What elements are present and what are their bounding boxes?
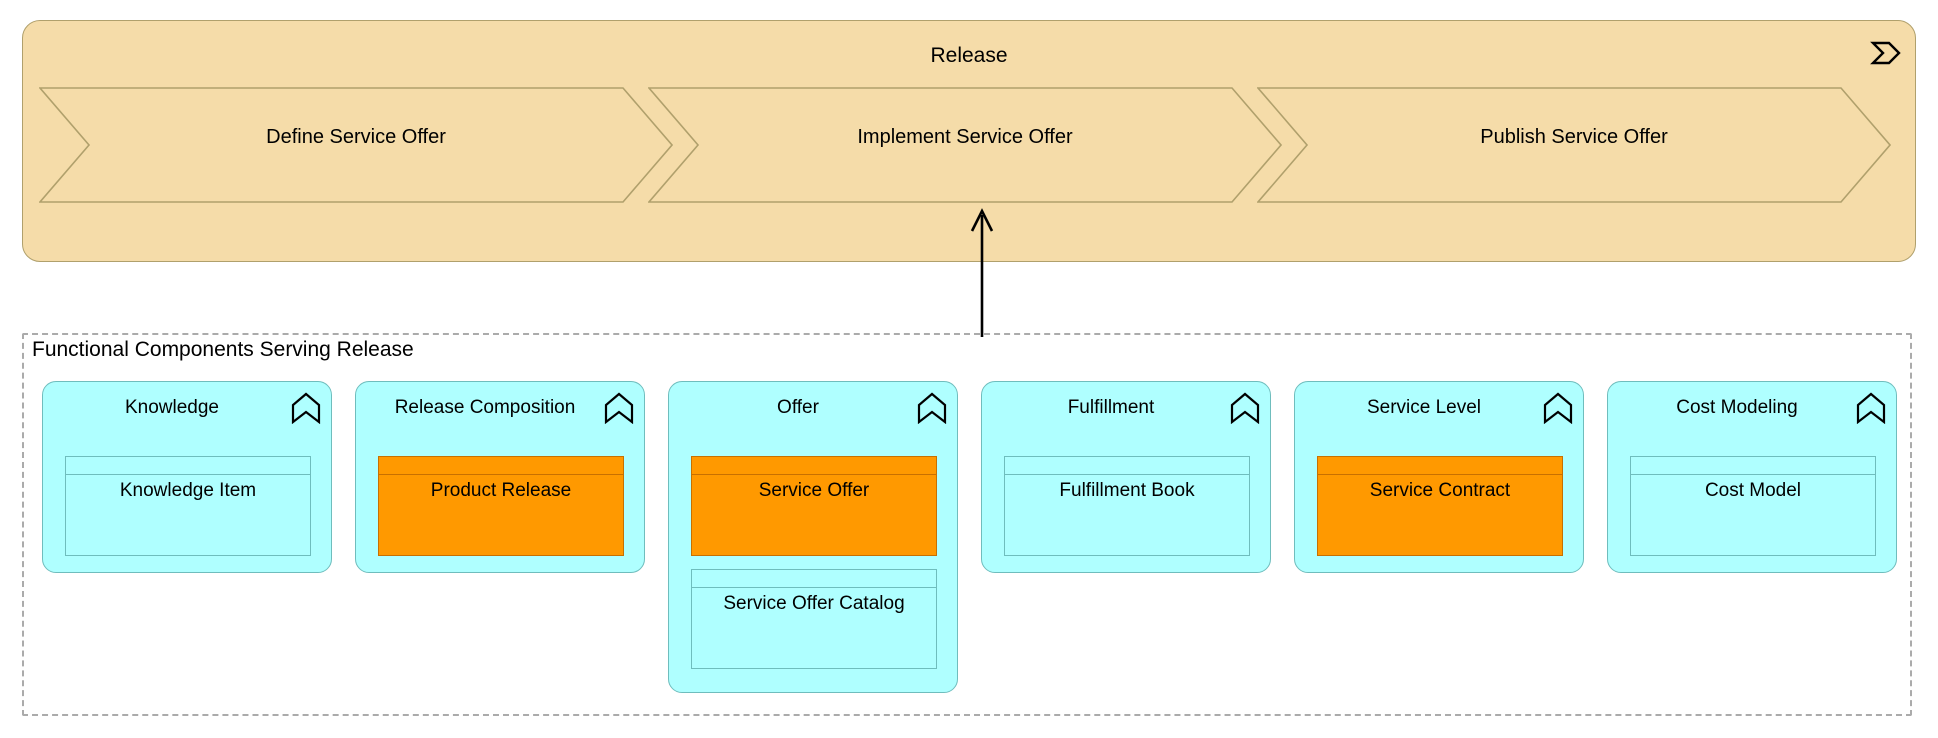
component-offer[interactable]: Offer Service Offer Service Offer Catalo… — [668, 381, 958, 693]
data-object-label: Product Release — [430, 480, 572, 501]
component-title: Offer — [777, 397, 819, 418]
application-function-icon — [917, 392, 947, 425]
application-function-icon — [291, 392, 321, 425]
component-knowledge[interactable]: Knowledge Knowledge Item — [42, 381, 332, 573]
data-object-product-release[interactable]: Product Release — [378, 456, 624, 556]
component-title: Cost Modeling — [1676, 397, 1798, 418]
component-fulfillment[interactable]: Fulfillment Fulfillment Book — [981, 381, 1271, 573]
data-object-header-bar — [1318, 457, 1562, 475]
release-step-publish-service-offer[interactable]: Publish Service Offer — [1257, 87, 1891, 203]
release-step-implement-service-offer[interactable]: Implement Service Offer — [648, 87, 1282, 203]
component-service-level[interactable]: Service Level Service Contract — [1294, 381, 1584, 573]
release-step-define-service-offer[interactable]: Define Service Offer — [39, 87, 673, 203]
data-object-label: Service Contract — [1369, 480, 1511, 501]
data-object-header-bar — [1005, 457, 1249, 475]
application-function-icon — [1543, 392, 1573, 425]
business-process-chevron-icon — [1867, 35, 1903, 71]
component-title: Knowledge — [124, 397, 220, 418]
application-function-icon — [1856, 392, 1886, 425]
data-object-knowledge-item[interactable]: Knowledge Item — [65, 456, 311, 556]
diagram-canvas: Release Define Service Offer Implement S… — [0, 0, 1938, 738]
data-object-header-bar — [379, 457, 623, 475]
data-object-cost-model[interactable]: Cost Model — [1630, 456, 1876, 556]
component-title: Fulfillment — [1067, 397, 1155, 418]
data-object-service-offer-catalog[interactable]: Service Offer Catalog — [691, 569, 937, 669]
data-object-label: Cost Model — [1704, 480, 1802, 501]
component-title: Release Composition — [394, 397, 576, 418]
data-object-label: Knowledge Item — [119, 480, 257, 501]
data-object-header-bar — [692, 457, 936, 475]
data-object-header-bar — [1631, 457, 1875, 475]
component-title: Service Level — [1366, 397, 1482, 418]
component-cost-modeling[interactable]: Cost Modeling Cost Model — [1607, 381, 1897, 573]
data-object-fulfillment-book[interactable]: Fulfillment Book — [1004, 456, 1250, 556]
application-function-icon — [1230, 392, 1260, 425]
component-release-composition[interactable]: Release Composition Product Release — [355, 381, 645, 573]
data-object-service-offer[interactable]: Service Offer — [691, 456, 937, 556]
application-function-icon — [604, 392, 634, 425]
data-object-label: Service Offer Catalog — [723, 593, 905, 614]
serving-arrow — [962, 205, 1002, 337]
data-object-label: Fulfillment Book — [1059, 480, 1195, 501]
data-object-header-bar — [692, 570, 936, 588]
release-steps-row: Define Service Offer Implement Service O… — [39, 87, 1905, 203]
data-object-service-contract[interactable]: Service Contract — [1317, 456, 1563, 556]
data-object-header-bar — [66, 457, 310, 475]
data-object-label: Service Offer — [758, 480, 870, 501]
release-band-title: Release — [930, 44, 1008, 67]
functional-components-group-title: Functional Components Serving Release — [30, 337, 418, 363]
